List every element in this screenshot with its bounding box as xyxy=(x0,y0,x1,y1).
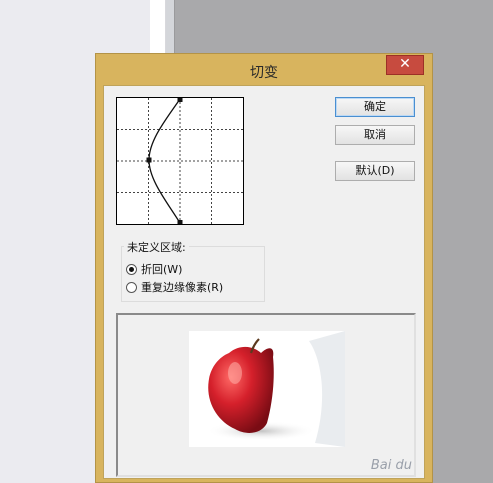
curve-handle-middle[interactable] xyxy=(146,157,152,163)
curve-handle-bottom[interactable] xyxy=(177,220,183,224)
shear-curve-editor[interactable] xyxy=(116,97,244,225)
preview-panel: Bai du xyxy=(116,313,416,477)
radio-wrap-around[interactable] xyxy=(126,263,137,275)
watermark-text: Bai du xyxy=(370,458,412,473)
apple xyxy=(208,346,274,433)
default-button[interactable]: 默认(D) xyxy=(335,161,415,181)
preview-image xyxy=(189,331,345,447)
apple-highlight xyxy=(228,362,242,384)
shear-dialog: 切变 ✕ 确定 取消 默认(D) 未定义区域: 折回(W) 重复边缘像素(R) … xyxy=(95,53,433,483)
curve-handle-top[interactable] xyxy=(177,98,183,102)
cancel-button[interactable]: 取消 xyxy=(335,125,415,145)
undefined-area-label: 未定义区域: xyxy=(124,239,189,255)
ok-button[interactable]: 确定 xyxy=(335,97,415,117)
wrap-around-label: 折回(W) xyxy=(141,263,183,276)
dialog-title: 切变 xyxy=(250,65,278,81)
close-button[interactable]: ✕ xyxy=(386,55,424,75)
dialog-client-area: 确定 取消 默认(D) 未定义区域: 折回(W) 重复边缘像素(R) Bai d… xyxy=(103,85,425,479)
repeat-edge-pixels-label: 重复边缘像素(R) xyxy=(141,281,224,294)
radio-repeat-edge-pixels[interactable] xyxy=(126,281,137,293)
repeat-edge-pixels-option[interactable]: 重复边缘像素(R) xyxy=(126,279,223,295)
dialog-titlebar[interactable]: 切变 ✕ xyxy=(96,54,432,88)
wrap-around-option[interactable]: 折回(W) xyxy=(126,261,182,277)
